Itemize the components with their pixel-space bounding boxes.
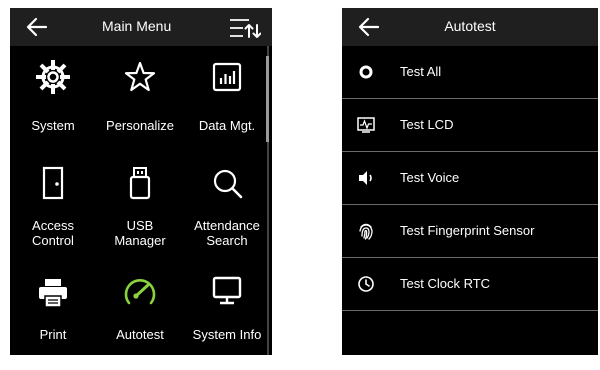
back-arrow-icon[interactable] [356, 15, 382, 39]
menu-item-label: System Info [192, 327, 262, 342]
menu-item-label: USB Manager [114, 218, 166, 248]
bar-chart-icon [212, 62, 242, 92]
menu-item-system[interactable]: System [10, 56, 96, 156]
menu-item-label: Attendance Search [194, 218, 260, 248]
lcd-icon [357, 117, 375, 133]
menu-item-label: Autotest [116, 327, 164, 342]
sort-menu-icon[interactable] [229, 17, 261, 39]
autotest-item-label: Test Fingerprint Sensor [400, 223, 535, 238]
autotest-item-label: Test All [400, 64, 442, 79]
main-menu-title: Main Menu [102, 18, 172, 34]
circle-icon [359, 65, 373, 79]
main-menu-screen: Main Menu System Personalize Data Mgt. A… [10, 8, 272, 355]
menu-item-data-mgt[interactable]: Data Mgt. [184, 56, 270, 156]
menu-item-label: System [31, 118, 75, 133]
divider [342, 310, 598, 311]
autotest-item-test-clock-rtc[interactable]: Test Clock RTC [342, 258, 598, 310]
menu-item-autotest[interactable]: Autotest [97, 270, 183, 370]
menu-item-label: Data Mgt. [198, 118, 256, 133]
autotest-item-label: Test Voice [400, 170, 460, 185]
autotest-title-bar: Autotest [342, 8, 598, 46]
monitor-icon [212, 276, 242, 305]
menu-item-label: Print [39, 327, 67, 342]
menu-item-usb-manager[interactable]: USB Manager [97, 166, 183, 266]
autotest-item-label: Test LCD [400, 117, 454, 132]
autotest-screen: Autotest Test All Test LCD Test Voice Te… [342, 8, 598, 355]
menu-item-personalize[interactable]: Personalize [97, 56, 183, 156]
autotest-item-label: Test Clock RTC [400, 276, 491, 291]
menu-item-label: Access Control [32, 218, 74, 248]
menu-item-system-info[interactable]: System Info [184, 270, 270, 370]
autotest-item-test-fingerprint-sensor[interactable]: Test Fingerprint Sensor [342, 205, 598, 257]
speaker-icon [359, 171, 372, 185]
star-icon [124, 61, 156, 92]
main-menu-title-bar: Main Menu [10, 8, 272, 46]
autotest-item-test-all[interactable]: Test All [342, 46, 598, 98]
back-arrow-icon[interactable] [24, 15, 50, 39]
menu-item-access-control[interactable]: Access Control [10, 166, 96, 266]
scrollbar-thumb[interactable] [266, 56, 269, 142]
menu-item-label: Personalize [106, 118, 174, 133]
autotest-item-test-lcd[interactable]: Test LCD [342, 99, 598, 151]
clock-icon [358, 276, 374, 292]
gauge-icon [124, 279, 156, 305]
magnifier-icon [213, 169, 243, 199]
fingerprint-icon [359, 223, 373, 240]
gear-icon [36, 60, 70, 94]
door-icon [42, 166, 64, 200]
menu-item-attendance-search[interactable]: Attendance Search [184, 166, 270, 266]
usb-drive-icon [129, 167, 151, 200]
printer-icon [39, 279, 67, 308]
autotest-item-test-voice[interactable]: Test Voice [342, 152, 598, 204]
menu-item-print[interactable]: Print [10, 270, 96, 370]
